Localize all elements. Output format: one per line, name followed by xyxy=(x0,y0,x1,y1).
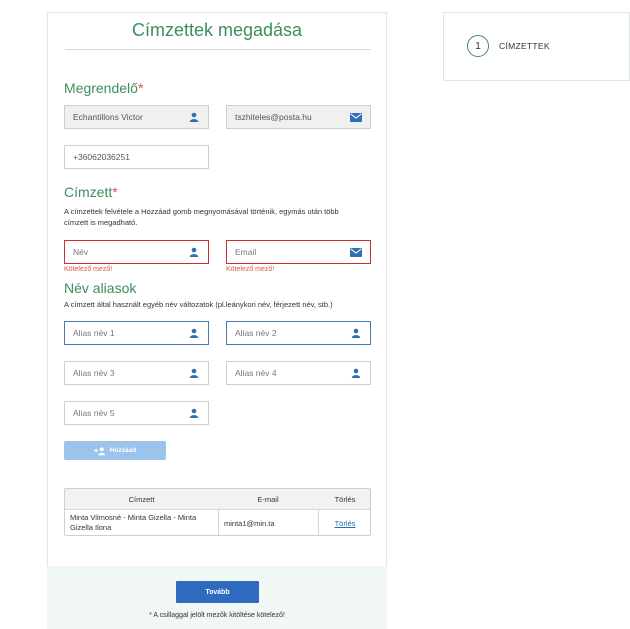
table-row: Minta Vilmosné - Minta Gizella - Minta G… xyxy=(65,509,218,535)
next-button[interactable]: Tovább xyxy=(176,581,259,603)
recipient-description-line2: címzett is megadható. xyxy=(64,218,138,227)
required-fields-note: * A csillaggal jelölt mezők kitöltése kö… xyxy=(149,612,285,619)
recipient-name-error: Kötelező mező! xyxy=(64,266,113,273)
alias-1-placeholder: Alias név 1 xyxy=(73,328,115,338)
aliases-description: A címzett által használt egyéb név válto… xyxy=(64,300,333,309)
column-header-delete: Törlés xyxy=(334,494,356,504)
user-icon xyxy=(188,111,200,123)
add-user-icon xyxy=(94,445,106,457)
row-delete-cell: Törlés xyxy=(318,509,370,535)
alias-2-field[interactable]: Alias név 2 xyxy=(226,321,371,345)
user-icon xyxy=(188,367,200,379)
orderer-heading-text: Megrendelő xyxy=(64,80,138,96)
orderer-email-field[interactable]: tszhiteles@posta.hu xyxy=(226,105,371,129)
add-recipient-label: Hozzáad xyxy=(109,447,137,454)
delete-link[interactable]: Törlés xyxy=(335,519,356,528)
alias-5-placeholder: Alias név 5 xyxy=(73,408,115,418)
user-icon xyxy=(188,246,200,258)
user-icon xyxy=(188,327,200,339)
orderer-phone-field[interactable]: +36062036251 xyxy=(64,145,209,169)
orderer-phone-value: +36062036251 xyxy=(73,152,130,162)
recipient-email-field[interactable]: Email xyxy=(226,240,371,264)
alias-1-field[interactable]: Alias név 1 xyxy=(64,321,209,345)
envelope-icon xyxy=(350,246,362,258)
user-icon xyxy=(350,327,362,339)
column-header-recipient: Címzett xyxy=(128,494,155,504)
row-email: minta1@min.ta xyxy=(224,518,275,528)
alias-4-field[interactable]: Alias név 4 xyxy=(226,361,371,385)
recipient-heading-text: Címzett xyxy=(64,184,113,200)
column-header-email: E-mail xyxy=(257,494,279,504)
row-email-cell: minta1@min.ta xyxy=(218,509,318,535)
recipient-email-placeholder: Email xyxy=(235,247,257,257)
add-recipient-button[interactable]: Hozzáad xyxy=(64,441,166,460)
required-mark: * xyxy=(137,80,144,96)
recipient-name-field[interactable]: Név xyxy=(64,240,209,264)
row-recipient: Minta Vilmosné - Minta Gizella - Minta G… xyxy=(70,513,197,532)
user-icon xyxy=(350,367,362,379)
orderer-email-value: tszhiteles@posta.hu xyxy=(235,112,312,122)
step-label: CÍMZETTEK xyxy=(499,41,550,51)
user-icon xyxy=(188,407,200,419)
alias-3-field[interactable]: Alias név 3 xyxy=(64,361,209,385)
title-divider xyxy=(65,49,371,50)
orderer-name-value: Echantillons Victor xyxy=(73,112,143,122)
required-mark: * xyxy=(112,184,118,200)
recipient-description-line1: A címzettek felvétele a Hozzáad gomb meg… xyxy=(64,207,339,216)
recipient-email-error: Kötelező mező! xyxy=(226,266,275,273)
recipient-name-placeholder: Név xyxy=(73,247,89,257)
recipient-description: A címzettek felvétele a Hozzáad gomb meg… xyxy=(64,206,374,228)
alias-3-placeholder: Alias név 3 xyxy=(73,368,115,378)
aliases-heading: Név aliasok xyxy=(64,280,137,296)
envelope-icon xyxy=(350,111,362,123)
page-title: Címzettek megadása xyxy=(131,20,303,40)
step-number-badge: 1 xyxy=(467,35,489,57)
recipient-heading: Címzett* xyxy=(64,184,118,200)
orderer-heading: Megrendelő* xyxy=(64,80,143,96)
orderer-name-field[interactable]: Echantillons Victor xyxy=(64,105,209,129)
alias-2-placeholder: Alias név 2 xyxy=(235,328,277,338)
alias-4-placeholder: Alias név 4 xyxy=(235,368,277,378)
alias-5-field[interactable]: Alias név 5 xyxy=(64,401,209,425)
recipients-table: Címzett E-mail Törlés Minta Vilmosné - M… xyxy=(64,488,371,536)
